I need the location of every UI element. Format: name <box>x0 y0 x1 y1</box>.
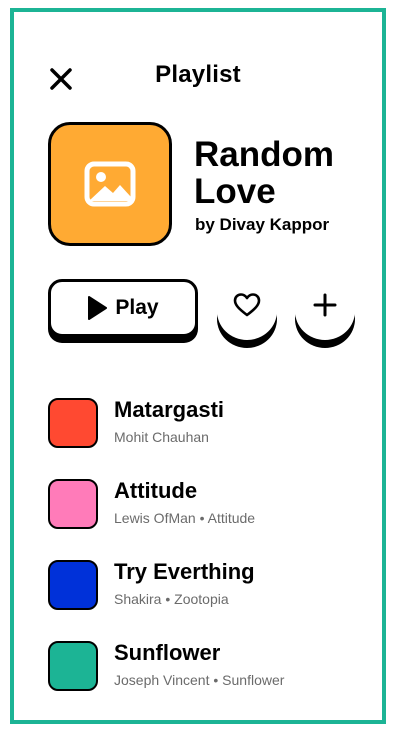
play-icon <box>88 296 108 320</box>
track-title: Sunflower <box>114 640 221 665</box>
track-subtitle: Shakira • Zootopia <box>114 591 229 607</box>
track-artwork <box>48 398 98 448</box>
play-button-label: Play <box>115 296 159 319</box>
add-to-library-button[interactable] <box>295 282 355 340</box>
playlist-cover <box>48 122 172 246</box>
playlist-author: by Divay Kappor <box>195 215 330 234</box>
track-item[interactable]: Matargasti Mohit Chauhan <box>48 397 368 452</box>
plus-icon <box>313 293 337 317</box>
app-frame: Playlist Random Love by Divay Kappor Pla… <box>10 8 386 724</box>
playlist-title: Random Love <box>194 135 334 211</box>
track-item[interactable]: Sunflower Joseph Vincent • Sunflower <box>48 640 368 695</box>
heart-icon <box>233 293 261 317</box>
page-title: Playlist <box>155 61 241 88</box>
like-button[interactable] <box>217 282 277 340</box>
track-subtitle: Joseph Vincent • Sunflower <box>114 672 285 688</box>
track-subtitle: Mohit Chauhan <box>114 429 209 445</box>
track-artwork <box>48 641 98 691</box>
image-icon <box>84 161 136 207</box>
track-artwork <box>48 479 98 529</box>
track-title: Matargasti <box>114 397 225 422</box>
track-artwork <box>48 560 98 610</box>
track-title: Attitude <box>114 478 198 503</box>
track-subtitle: Lewis OfMan • Attitude <box>114 510 256 526</box>
play-button[interactable]: Play <box>48 279 198 337</box>
track-item[interactable]: Attitude Lewis OfMan • Attitude <box>48 478 368 533</box>
track-title: Try Everthing <box>114 559 255 584</box>
track-item[interactable]: Try Everthing Shakira • Zootopia <box>48 559 368 614</box>
